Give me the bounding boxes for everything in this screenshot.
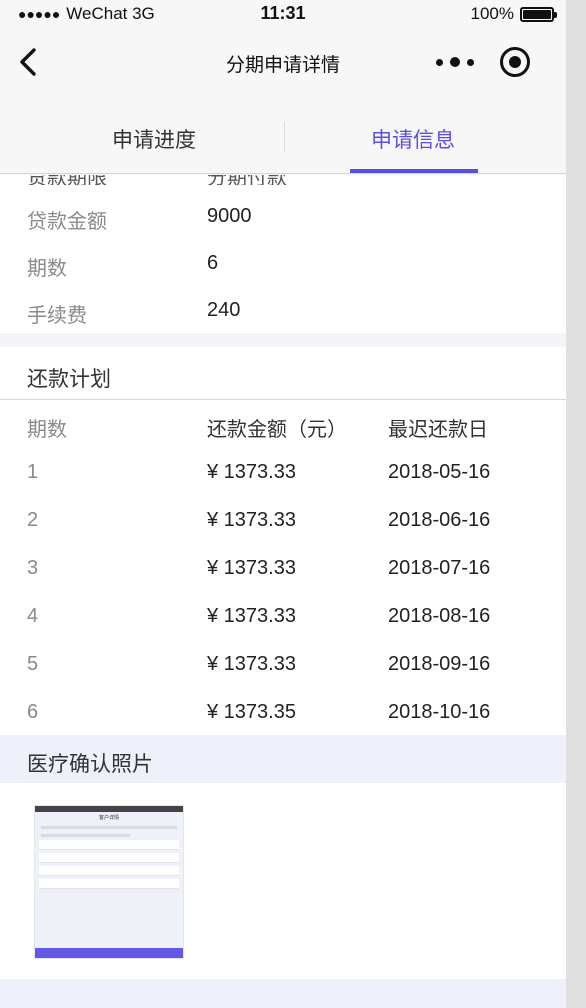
table-row: 1 ¥ 1373.33 2018-05-16 <box>0 448 566 496</box>
plan-header-amount: 还款金额（元） <box>207 419 347 441</box>
thumb-row <box>39 840 179 850</box>
info-row-fee: 手续费 240 <box>0 285 566 331</box>
table-row: 3 ¥ 1373.33 2018-07-16 <box>0 544 566 592</box>
info-row-loan-amount: 贷款金额 9000 <box>0 191 566 237</box>
row-due-date: 2018-06-16 <box>388 509 491 531</box>
partial-info-row: 贷款期限 分期付款 <box>0 175 566 185</box>
content-scroll-area[interactable]: 贷款期限 分期付款 贷款金额 9000 期数 6 手续费 240 还款计划 期数… <box>0 175 566 1008</box>
medical-photo-title: 医疗确认照片 <box>27 753 153 776</box>
status-bar: ●●●●● WeChat 3G 11:31 100% <box>0 0 566 30</box>
tab-application-info[interactable]: 申请信息 <box>371 124 455 154</box>
fee-value: 240 <box>207 299 241 321</box>
tab-bar: 申请进度 申请信息 <box>0 100 566 174</box>
row-amount: ¥ 1373.33 <box>207 653 296 675</box>
plan-header-row: 期数 还款金额（元） 最迟还款日 <box>0 400 566 448</box>
partial-row-label: 贷款期限 <box>27 175 107 185</box>
row-amount: ¥ 1373.33 <box>207 509 296 531</box>
thumb-title: 客户详情 <box>98 815 119 821</box>
row-period: 6 <box>27 701 39 723</box>
battery-icon <box>520 6 557 22</box>
row-amount: ¥ 1373.33 <box>207 461 296 483</box>
repayment-plan-table: 期数 还款金额（元） 最迟还款日 1 ¥ 1373.33 2018-05-16 … <box>0 399 566 735</box>
periods-value: 6 <box>207 252 219 274</box>
row-amount: ¥ 1373.33 <box>207 557 296 579</box>
battery-percent: 100% <box>470 4 514 23</box>
fee-label: 手续费 <box>27 305 87 327</box>
thumb-status-bar <box>35 806 183 812</box>
battery-fill <box>523 9 551 19</box>
row-due-date: 2018-05-16 <box>388 461 491 483</box>
loan-amount-value: 9000 <box>207 205 252 227</box>
info-row-periods: 期数 6 <box>0 238 566 284</box>
row-period: 1 <box>27 461 39 483</box>
medical-photo-thumbnail[interactable]: 客户详情 <box>34 805 184 959</box>
partial-row-value: 分期付款 <box>207 175 287 185</box>
row-period: 2 <box>27 509 39 531</box>
row-due-date: 2018-07-16 <box>388 557 491 579</box>
plan-header-due-date: 最迟还款日 <box>388 419 488 441</box>
thumb-row <box>39 879 179 889</box>
row-amount: ¥ 1373.33 <box>207 605 296 627</box>
nav-bar: 分期申请详情 <box>0 30 566 94</box>
periods-label: 期数 <box>27 258 67 280</box>
medical-photo-area: 客户详情 <box>0 783 566 979</box>
table-row: 2 ¥ 1373.33 2018-06-16 <box>0 496 566 544</box>
thumb-line <box>41 834 130 837</box>
table-row: 4 ¥ 1373.33 2018-08-16 <box>0 592 566 640</box>
row-amount: ¥ 1373.35 <box>207 701 296 723</box>
status-right: 100% <box>470 4 557 24</box>
more-dot <box>436 58 443 66</box>
loan-amount-label: 贷款金额 <box>27 211 107 233</box>
row-due-date: 2018-09-16 <box>388 653 491 675</box>
row-due-date: 2018-08-16 <box>388 605 491 627</box>
page-title: 分期申请详情 <box>225 55 340 76</box>
app-screen: ●●●●● WeChat 3G 11:31 100% 分期申请详情 申请进度 申… <box>0 0 566 1008</box>
window-edge <box>566 0 586 1008</box>
bottom-spacer <box>0 979 566 1008</box>
row-due-date: 2018-10-16 <box>388 701 491 723</box>
tab-divider <box>284 122 285 152</box>
row-period: 4 <box>27 605 39 627</box>
tab-application-progress[interactable]: 申请进度 <box>112 124 196 154</box>
repayment-plan-header: 还款计划 <box>0 347 566 399</box>
more-dot <box>450 57 460 67</box>
medical-photo-header: 医疗确认照片 <box>0 735 566 783</box>
plan-header-period: 期数 <box>27 419 67 441</box>
thumb-bottom-buttons <box>35 948 183 958</box>
table-row: 5 ¥ 1373.33 2018-09-16 <box>0 640 566 688</box>
target-circle-icon[interactable] <box>500 47 530 77</box>
thumb-line <box>41 826 177 829</box>
repayment-plan-title: 还款计划 <box>27 368 111 391</box>
active-tab-indicator <box>350 169 478 173</box>
row-period: 3 <box>27 557 39 579</box>
more-dot <box>467 58 474 66</box>
row-period: 5 <box>27 653 39 675</box>
thumb-row <box>39 866 179 876</box>
loan-info-block: 贷款金额 9000 期数 6 手续费 240 <box>0 185 566 333</box>
thumb-row <box>39 853 179 863</box>
more-dots-icon[interactable] <box>436 50 474 74</box>
table-row: 6 ¥ 1373.35 2018-10-16 <box>0 688 566 736</box>
